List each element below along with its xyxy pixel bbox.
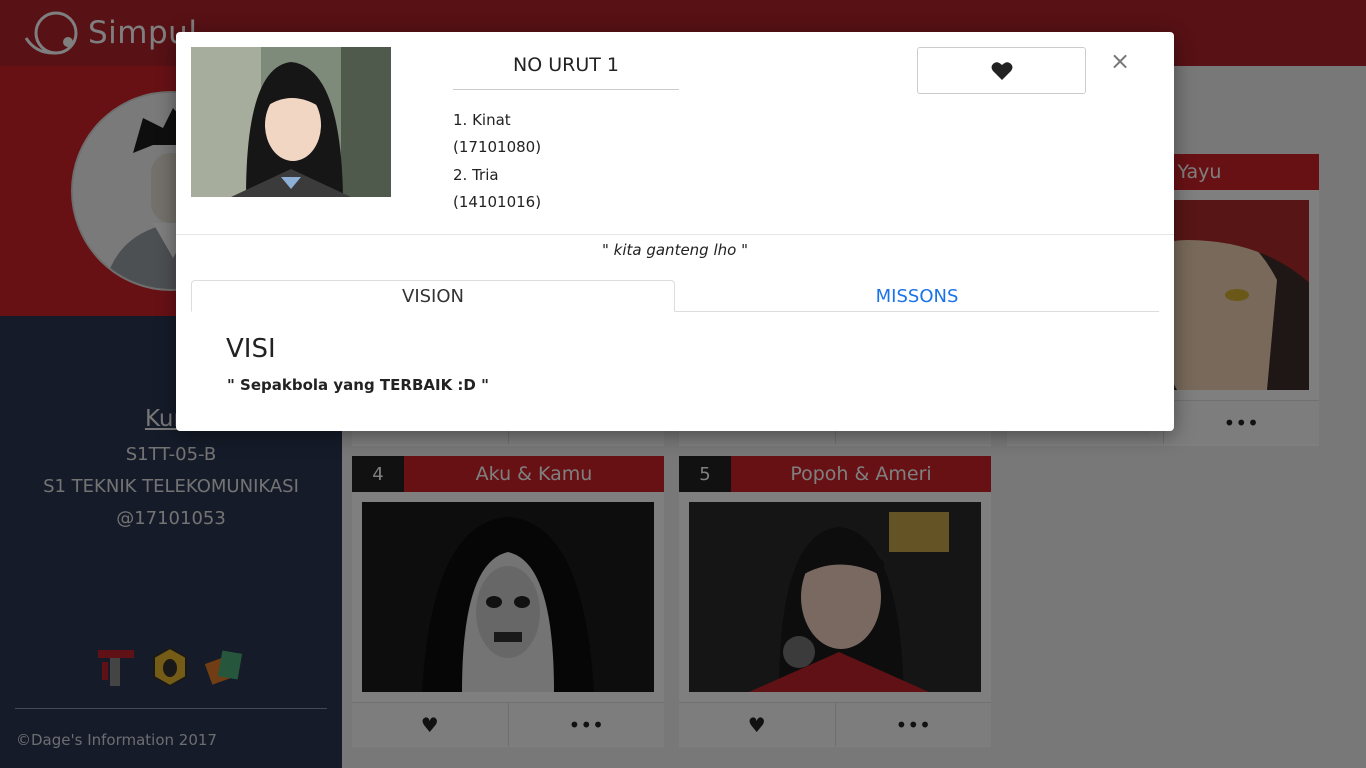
vote-like-button[interactable] [917,47,1086,94]
tab-bar: VISION MISSONS [191,280,1159,312]
close-button[interactable]: × [1110,49,1130,73]
heart-icon [991,61,1012,80]
member-1-id: (17101080) [453,138,542,156]
tab-vision[interactable]: VISION [191,280,675,312]
member-2-name: 2. Tria [453,166,499,184]
member-2-id: (14101016) [453,193,542,211]
vision-heading: VISI [226,334,276,364]
member-1-name: 1. Kinat [453,111,511,129]
candidate-motto: " kita ganteng lho " [601,241,748,259]
modal-divider [176,234,1174,235]
vision-text: " Sepakbola yang TERBAIK :D " [227,376,489,394]
candidate-modal: NO URUT 1 1. Kinat (17101080) 2. Tria (1… [176,32,1174,431]
tab-missions[interactable]: MISSONS [675,280,1159,312]
candidate-number-title: NO URUT 1 [453,48,679,90]
candidate-photo [191,47,391,197]
